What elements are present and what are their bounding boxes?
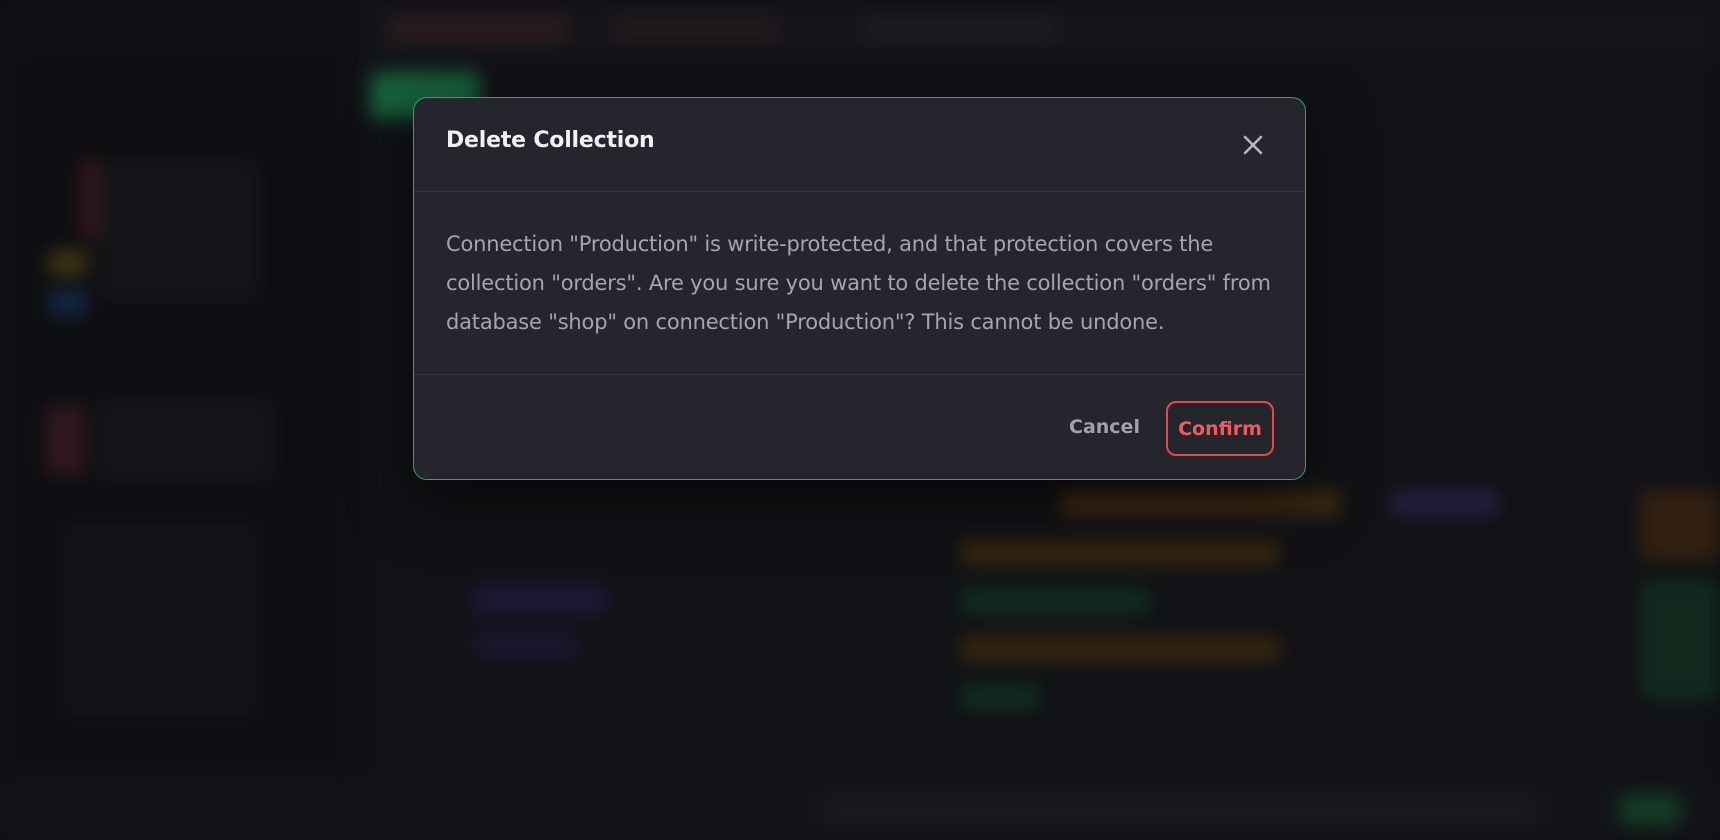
close-button[interactable] xyxy=(1234,126,1272,164)
dialog-header: Delete Collection xyxy=(414,98,1305,192)
cancel-button[interactable]: Cancel xyxy=(1057,405,1152,449)
confirm-button[interactable]: Confirm xyxy=(1166,401,1274,456)
dialog-body: Connection "Production" is write-protect… xyxy=(414,192,1305,375)
dialog-footer: Cancel Confirm xyxy=(414,375,1305,479)
dialog-message: Connection "Production" is write-protect… xyxy=(446,232,1271,334)
close-icon xyxy=(1243,135,1263,155)
dialog-title: Delete Collection xyxy=(446,128,655,153)
delete-collection-dialog: Delete Collection Connection "Production… xyxy=(413,97,1306,480)
